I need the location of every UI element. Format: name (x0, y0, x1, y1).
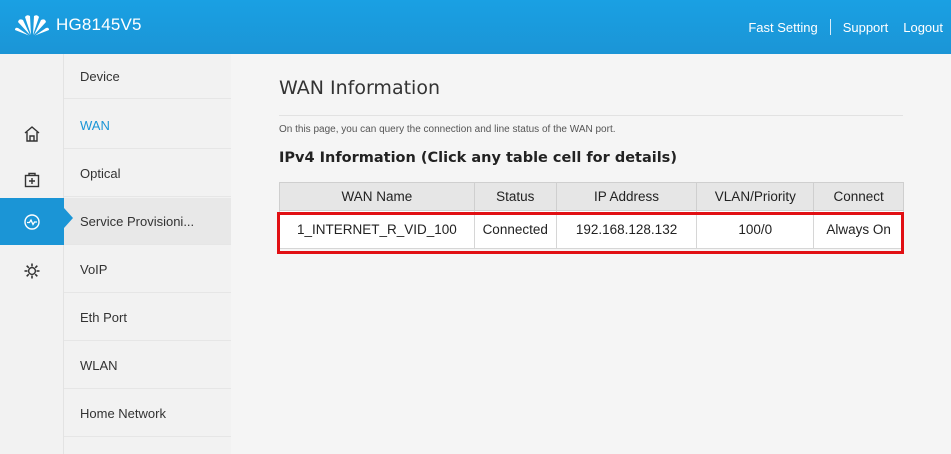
column-header: IP Address (555, 182, 698, 211)
menu-item-label: VoIP (80, 261, 108, 277)
rail-service-provisioning[interactable] (0, 198, 64, 245)
menu-item-label: WLAN (80, 357, 118, 373)
column-header: Status (473, 182, 557, 211)
side-menu: Device WAN Optical Service Provisioni...… (64, 54, 231, 454)
title-divider (279, 115, 903, 116)
gear-icon (24, 263, 40, 278)
home-icon (24, 125, 40, 142)
menu-item-wan[interactable]: WAN (64, 102, 231, 149)
menu-item-optical[interactable]: Optical (64, 150, 231, 197)
menu-item-label: Eth Port (80, 309, 127, 325)
rail-maintenance[interactable] (0, 156, 64, 203)
table-header-row: WAN Name Status IP Address VLAN/Priority… (279, 182, 904, 211)
column-header: VLAN/Priority (696, 182, 815, 211)
menu-item-label: Home Network (80, 405, 166, 421)
connect-cell[interactable]: Always On (813, 210, 904, 249)
column-header: WAN Name (279, 182, 475, 211)
menu-item-service-provisioning[interactable]: Service Provisioni... (64, 198, 231, 245)
menu-item-voip[interactable]: VoIP (64, 246, 231, 293)
menu-item-label: Device (80, 68, 120, 84)
rail-home[interactable] (0, 110, 64, 157)
section-title: IPv4 Information (Click any table cell f… (279, 150, 677, 166)
plus-box-icon (24, 172, 40, 187)
menu-item-device[interactable]: Device (64, 54, 231, 99)
wan-name-cell[interactable]: 1_INTERNET_R_VID_100 (279, 210, 475, 249)
table-row[interactable]: 1_INTERNET_R_VID_100 Connected 192.168.1… (279, 210, 904, 249)
device-model: HG8145V5 (56, 15, 142, 34)
icon-rail (0, 54, 64, 454)
nav-divider (829, 19, 831, 35)
rail-settings[interactable] (0, 247, 64, 294)
service-provisioning-icon (24, 213, 40, 230)
fast-setting-link[interactable]: Fast Setting (748, 20, 817, 35)
logout-link[interactable]: Logout (903, 20, 943, 35)
menu-item-eth-port[interactable]: Eth Port (64, 294, 231, 341)
brand: HG8145V5 (14, 10, 142, 40)
active-menu-pointer (64, 208, 73, 228)
page-title: WAN Information (279, 77, 440, 99)
header-nav: Fast Setting Support Logout (748, 18, 951, 36)
menu-item-home-network[interactable]: Home Network (64, 390, 231, 437)
menu-item-label: Service Provisioni... (80, 213, 195, 229)
support-link[interactable]: Support (843, 20, 889, 35)
huawei-logo-icon (15, 15, 49, 36)
menu-item-label: Optical (80, 165, 121, 181)
top-header: HG8145V5 Fast Setting Support Logout (0, 0, 951, 54)
column-header: Connect (813, 182, 904, 211)
menu-item-wlan[interactable]: WLAN (64, 342, 231, 389)
ip-address-cell[interactable]: 192.168.128.132 (555, 210, 698, 249)
menu-item-label: WAN (80, 117, 110, 133)
page-description: On this page, you can query the connecti… (279, 124, 616, 135)
main-content: WAN Information On this page, you can qu… (231, 54, 951, 454)
status-cell[interactable]: Connected (473, 210, 557, 249)
wan-info-table: WAN Name Status IP Address VLAN/Priority… (279, 182, 904, 249)
vlan-priority-cell[interactable]: 100/0 (696, 210, 815, 249)
